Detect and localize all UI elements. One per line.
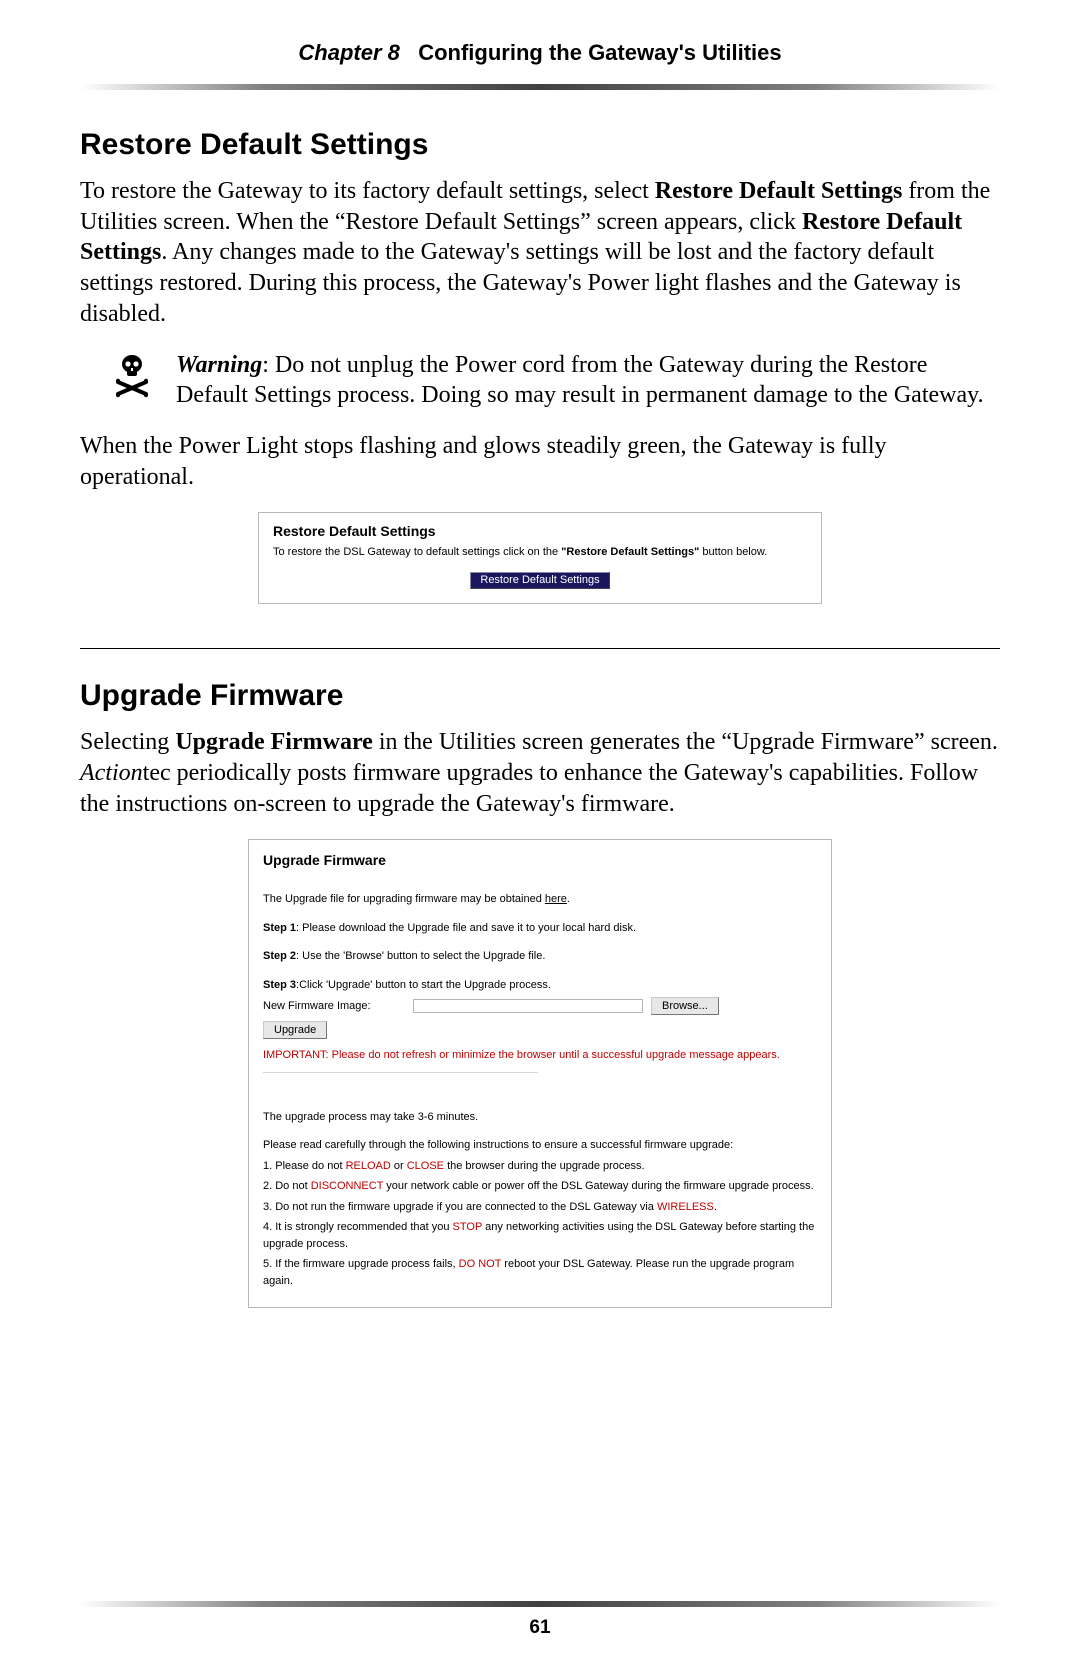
panel2-inner-divider <box>263 1072 538 1073</box>
warning-text: Warning: Do not unplug the Power cord fr… <box>176 350 1000 411</box>
browse-button[interactable]: Browse... <box>651 997 719 1015</box>
instruction-2: 2. Do not DISCONNECT your network cable … <box>263 1178 817 1195</box>
restore-paragraph-2: When the Power Light stops flashing and … <box>80 431 1000 492</box>
footer-divider <box>80 1601 1000 1607</box>
panel1-title: Restore Default Settings <box>273 523 807 539</box>
step-1: Step 1: Please download the Upgrade file… <box>263 920 817 937</box>
upgrade-firmware-screenshot: Upgrade Firmware The Upgrade file for up… <box>248 839 832 1308</box>
instruction-3: 3. Do not run the firmware upgrade if yo… <box>263 1199 817 1216</box>
firmware-image-input[interactable] <box>413 999 643 1013</box>
upgrade-paragraph-1: Selecting Upgrade Firmware in the Utilit… <box>80 727 1000 819</box>
duration-note: The upgrade process may take 3-6 minutes… <box>263 1109 817 1126</box>
section-divider <box>80 648 1000 649</box>
restore-settings-screenshot: Restore Default Settings To restore the … <box>258 512 822 604</box>
panel2-title: Upgrade Firmware <box>263 850 817 871</box>
page-number: 61 <box>0 1617 1080 1639</box>
chapter-title: Configuring the Gateway's Utilities <box>418 40 781 65</box>
restore-paragraph-1: To restore the Gateway to its factory de… <box>80 176 1000 330</box>
here-link[interactable]: here <box>545 893 567 905</box>
panel2-intro: The Upgrade file for upgrading firmware … <box>263 891 817 908</box>
chapter-header: Chapter 8 Configuring the Gateway's Util… <box>80 40 1000 84</box>
instructions-intro: Please read carefully through the follow… <box>263 1137 817 1154</box>
firmware-image-label: New Firmware Image: <box>263 998 405 1015</box>
header-divider <box>80 84 1000 90</box>
section-heading-upgrade: Upgrade Firmware <box>80 679 1000 713</box>
upgrade-button[interactable]: Upgrade <box>263 1021 327 1039</box>
warning-block: Warning: Do not unplug the Power cord fr… <box>116 350 1000 411</box>
skull-crossbones-icon <box>116 354 148 403</box>
instruction-5: 5. If the firmware upgrade process fails… <box>263 1256 817 1289</box>
chapter-label: Chapter 8 <box>298 40 399 65</box>
panel1-description: To restore the DSL Gateway to default se… <box>273 545 807 560</box>
step-3: Step 3:Click 'Upgrade' button to start t… <box>263 977 817 994</box>
important-note: IMPORTANT: Please do not refresh or mini… <box>263 1047 817 1064</box>
step-2: Step 2: Use the 'Browse' button to selec… <box>263 948 817 965</box>
instruction-1: 1. Please do not RELOAD or CLOSE the bro… <box>263 1158 817 1175</box>
instruction-4: 4. It is strongly recommended that you S… <box>263 1219 817 1252</box>
restore-default-settings-button[interactable]: Restore Default Settings <box>470 572 609 589</box>
section-heading-restore: Restore Default Settings <box>80 128 1000 162</box>
